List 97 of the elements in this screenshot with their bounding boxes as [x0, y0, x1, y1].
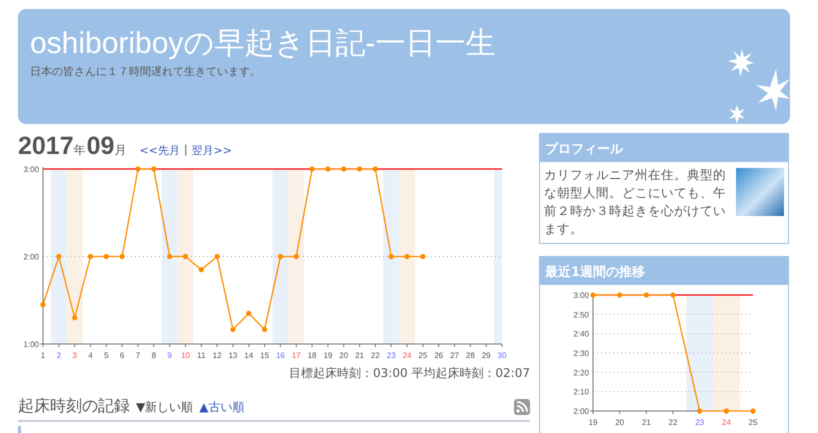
x-axis-label: 23 — [695, 418, 704, 427]
data-point — [372, 166, 378, 172]
x-axis-label: 15 — [260, 351, 270, 360]
data-point — [724, 408, 729, 414]
next-month-link[interactable]: 翌月>> — [192, 143, 232, 158]
x-axis-label: 28 — [466, 351, 475, 360]
y-axis-label: 2:00 — [573, 407, 589, 416]
data-point — [135, 166, 141, 172]
data-point — [151, 166, 156, 172]
x-axis-label: 24 — [402, 351, 412, 360]
profile-text: カリフォルニア州在住。典型的な朝型人間。どこにいても、午前２時か３時起きを心がけています。 — [544, 166, 727, 238]
x-axis-label: 1 — [40, 351, 46, 360]
entry-marker — [18, 426, 21, 433]
data-point — [309, 166, 315, 172]
x-axis-label: 12 — [212, 351, 222, 360]
data-point — [697, 408, 702, 414]
x-axis-label: 27 — [450, 351, 459, 360]
x-axis-label: 24 — [722, 418, 731, 427]
data-point — [356, 166, 362, 172]
x-axis-label: 26 — [434, 351, 444, 360]
y-axis-label: 3:00 — [23, 165, 39, 174]
month-unit: 月 — [114, 142, 126, 159]
data-point — [56, 254, 62, 260]
x-axis-label: 21 — [355, 351, 364, 360]
x-axis-label: 20 — [615, 418, 624, 427]
x-axis-label: 6 — [120, 351, 124, 360]
x-axis-label: 23 — [386, 351, 396, 360]
weekly-heading: 最近1週間の推移 — [540, 257, 788, 285]
data-point — [750, 408, 756, 414]
data-point — [246, 310, 252, 316]
data-point — [40, 302, 46, 308]
x-axis-label: 7 — [136, 351, 140, 360]
data-point — [420, 254, 426, 260]
data-point — [590, 292, 596, 298]
x-axis-label: 19 — [323, 351, 332, 360]
data-point — [262, 326, 268, 332]
photo-placeholder — [736, 168, 784, 216]
x-axis-label: 19 — [588, 418, 598, 427]
data-point — [88, 254, 94, 260]
x-axis-label: 30 — [498, 351, 506, 360]
y-axis-label: 2:40 — [573, 330, 589, 339]
x-axis-label: 20 — [339, 351, 348, 360]
x-axis-label: 4 — [88, 351, 93, 360]
data-point — [617, 292, 622, 298]
x-axis-label: 29 — [482, 351, 491, 360]
data-point — [644, 292, 649, 298]
year-heading: 2017 — [18, 132, 74, 161]
data-point — [198, 267, 204, 272]
x-axis-label: 25 — [418, 351, 428, 360]
data-point — [278, 254, 284, 260]
rss-icon[interactable] — [514, 398, 530, 414]
month-heading: 09 — [86, 132, 114, 161]
data-point — [167, 254, 172, 260]
previous-month-link[interactable]: <<先月 — [139, 143, 180, 158]
x-axis-label: 16 — [276, 351, 285, 360]
data-point — [120, 254, 125, 260]
x-axis-label: 22 — [370, 351, 380, 360]
x-axis-label: 17 — [292, 351, 301, 360]
data-point — [294, 254, 299, 260]
x-axis-label: 14 — [244, 351, 254, 360]
wake-time-summary: 目標起床時刻：03:00 平均起床時刻：02:07 — [288, 365, 530, 382]
data-point — [104, 254, 109, 260]
x-axis-label: 11 — [197, 351, 206, 360]
x-axis-label: 25 — [748, 418, 758, 427]
x-axis-label: 5 — [104, 351, 109, 360]
data-point — [214, 254, 220, 260]
x-axis-label: 8 — [152, 351, 156, 360]
x-axis-label: 18 — [308, 351, 317, 360]
y-axis-label: 2:10 — [573, 388, 589, 397]
x-axis-label: 9 — [167, 351, 172, 360]
oldest-first-link[interactable]: ▲古い順 — [199, 399, 244, 416]
x-axis-label: 3 — [72, 351, 77, 360]
data-point — [230, 326, 236, 332]
data-point — [670, 292, 676, 298]
y-axis-label: 2:30 — [573, 349, 589, 358]
data-point — [72, 315, 78, 320]
y-axis-label: 2:20 — [573, 368, 589, 378]
year-unit: 年 — [74, 142, 86, 159]
profile-heading: プロフィール — [540, 134, 788, 162]
records-heading: 起床時刻の記録 — [18, 396, 130, 417]
data-point — [325, 166, 330, 172]
data-point — [182, 254, 188, 260]
data-point — [341, 166, 346, 172]
newest-first-link[interactable]: ▼新しい順 — [136, 399, 194, 416]
y-axis-label: 1:00 — [23, 340, 39, 349]
x-axis-label: 13 — [228, 351, 238, 360]
x-axis-label: 22 — [668, 418, 678, 427]
y-axis-label: 2:50 — [573, 310, 589, 320]
y-axis-label: 2:00 — [23, 252, 39, 262]
data-point — [404, 254, 410, 260]
data-point — [388, 254, 394, 260]
link-separator: | — [184, 143, 188, 158]
x-axis-label: 10 — [181, 351, 190, 360]
x-axis-label: 21 — [642, 418, 651, 427]
y-axis-label: 3:00 — [573, 291, 589, 300]
x-axis-label: 2 — [56, 351, 62, 360]
blog-subtitle: 日本の皆さんに１７時間遅れて生きています。 — [30, 64, 262, 79]
